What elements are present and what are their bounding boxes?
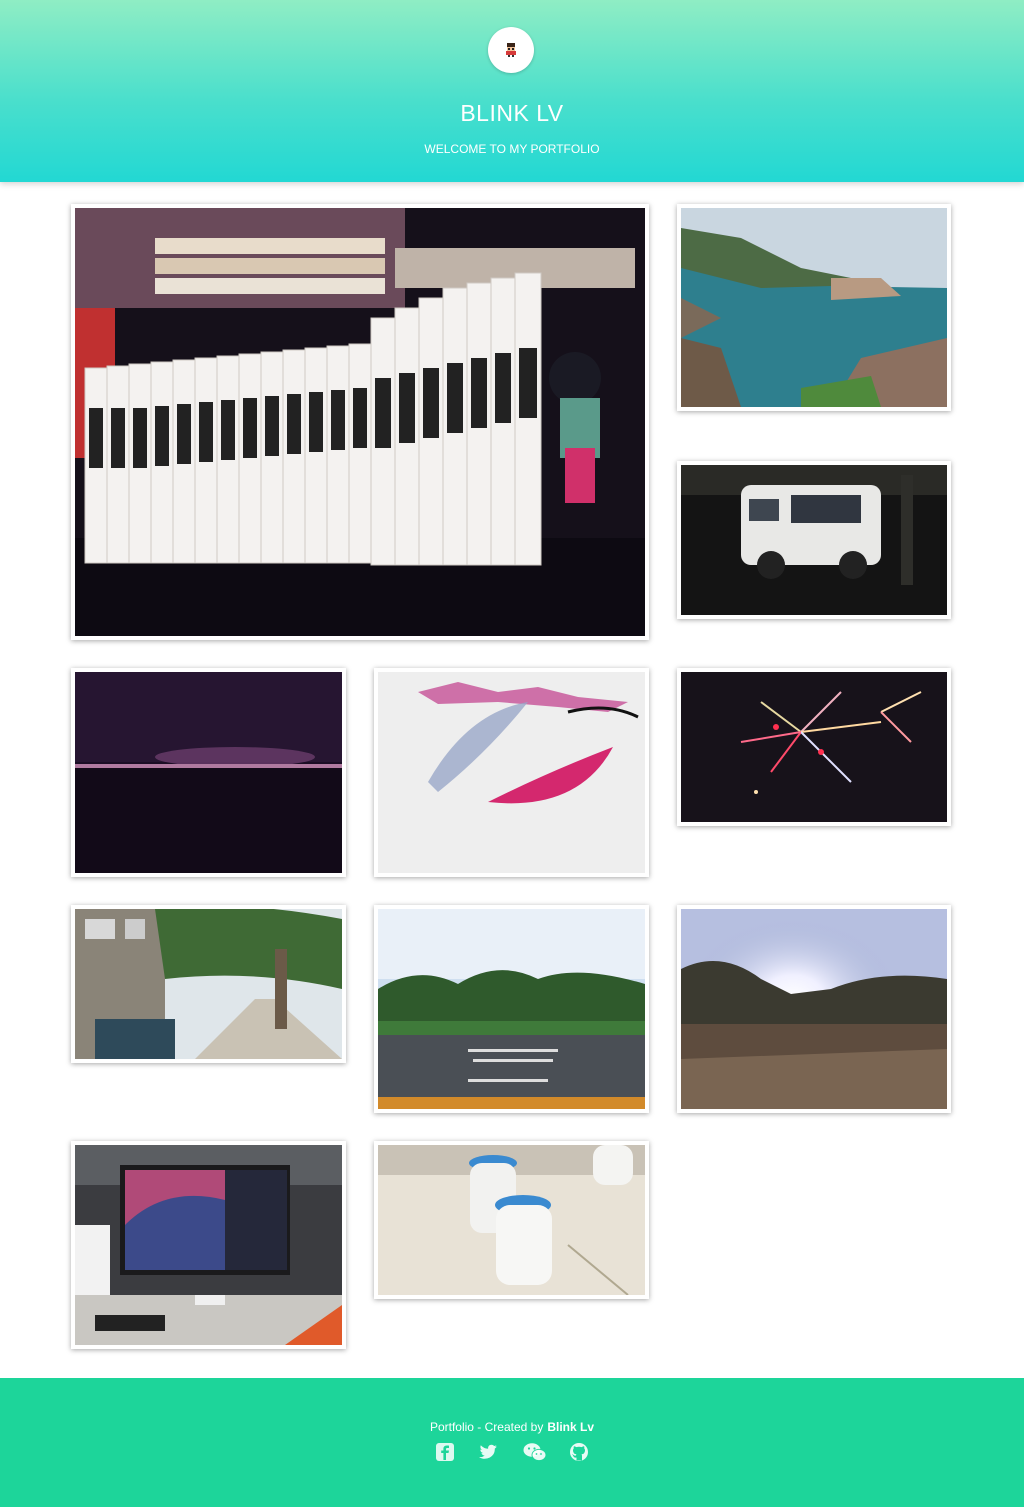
github-link[interactable] bbox=[569, 1442, 589, 1462]
page-title: BLINK LV bbox=[460, 100, 564, 126]
avatar[interactable] bbox=[488, 27, 534, 73]
photo-alley bbox=[75, 909, 342, 1059]
facebook-link[interactable] bbox=[435, 1442, 455, 1462]
wechat-icon bbox=[523, 1443, 547, 1462]
gallery-photo-night-skyline[interactable] bbox=[71, 668, 346, 877]
photo-coastline bbox=[681, 208, 947, 407]
page-subtitle: WELCOME TO MY PORTFOLIO bbox=[424, 142, 600, 156]
photo-sunlight bbox=[681, 909, 947, 1109]
gallery-photo-manga-books[interactable] bbox=[71, 204, 649, 640]
wechat-link[interactable] bbox=[523, 1442, 547, 1462]
footer-author-link[interactable]: Blink Lv bbox=[547, 1420, 594, 1434]
twitter-icon bbox=[479, 1444, 497, 1459]
photo-feather-painting bbox=[378, 672, 645, 873]
github-icon bbox=[570, 1443, 588, 1461]
photo-road bbox=[378, 909, 645, 1109]
photo-monitor-desk bbox=[75, 1145, 342, 1345]
pixel-character-icon bbox=[506, 43, 516, 57]
footer-credit-text: Portfolio - Created by bbox=[429, 1420, 544, 1434]
gallery-photo-fireworks[interactable] bbox=[677, 668, 951, 826]
page-header: BLINK LV WELCOME TO MY PORTFOLIO bbox=[0, 0, 1024, 182]
gallery-photo-feather-painting[interactable] bbox=[374, 668, 649, 877]
facebook-icon bbox=[436, 1443, 454, 1461]
gallery-photo-road[interactable] bbox=[374, 905, 649, 1113]
gallery-photo-coastline[interactable] bbox=[677, 204, 951, 411]
photo-yogurt-jars bbox=[378, 1145, 645, 1295]
gallery-photo-yogurt-jars[interactable] bbox=[374, 1141, 649, 1299]
photo-night-skyline bbox=[75, 672, 342, 873]
photo-car bbox=[681, 465, 947, 615]
gallery-photo-sunlight[interactable] bbox=[677, 905, 951, 1113]
footer-credit: Portfolio - Created by Blink Lv bbox=[0, 1420, 1024, 1434]
gallery-photo-car[interactable] bbox=[677, 461, 951, 619]
twitter-link[interactable] bbox=[478, 1442, 498, 1462]
page-footer bbox=[0, 1378, 1024, 1507]
gallery-photo-alley[interactable] bbox=[71, 905, 346, 1063]
photo-fireworks bbox=[681, 672, 947, 822]
photo-manga-books bbox=[75, 208, 645, 636]
gallery-photo-monitor-desk[interactable] bbox=[71, 1141, 346, 1349]
